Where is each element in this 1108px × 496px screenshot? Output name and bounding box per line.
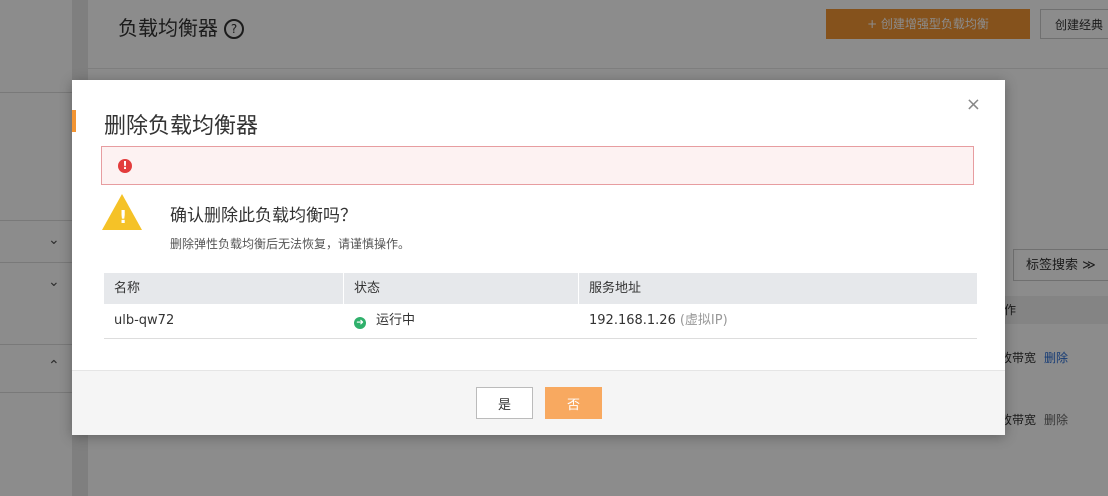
cell-name: ulb-qw72 [114, 313, 175, 328]
address-note: (虚拟IP) [679, 313, 728, 328]
confirm-yes-button[interactable]: 是 [476, 387, 533, 419]
dialog-footer: 是 否 [72, 370, 1005, 435]
title-accent-bar [72, 110, 76, 132]
column-header-address: 服务地址 [589, 281, 642, 296]
lb-table: 名称 状态 服务地址 ulb-qw72 ➜ 运行中 192.168.1.26 (虚拟… [104, 273, 977, 339]
warning-icon-mark: ! [119, 207, 128, 228]
cell-status: ➜ 运行中 [344, 304, 579, 338]
running-status-icon: ➜ [354, 317, 366, 329]
column-header-name: 名称 [104, 273, 344, 304]
close-icon[interactable]: × [966, 94, 981, 115]
confirm-no-button[interactable]: 否 [545, 387, 602, 419]
error-alert: ! [101, 146, 974, 185]
address-text: 192.168.1.26 [589, 313, 676, 328]
confirm-subtitle: 删除弹性负载均衡后无法恢复，请谨慎操作。 [170, 237, 411, 251]
error-icon: ! [118, 159, 132, 173]
table-row: ulb-qw72 ➜ 运行中 192.168.1.26 (虚拟IP) [104, 304, 977, 339]
dialog-title: 删除负载均衡器 [104, 114, 259, 139]
column-header-status: 状态 [344, 273, 579, 304]
cell-address: 192.168.1.26 (虚拟IP) [579, 304, 977, 338]
status-text: 运行中 [376, 313, 416, 328]
delete-lb-dialog: × 删除负载均衡器 ! ! 确认删除此负载均衡吗？ 删除弹性负载均衡后无法恢复，… [72, 80, 1005, 435]
confirm-title: 确认删除此负载均衡吗？ [170, 206, 357, 226]
table-header: 名称 状态 服务地址 [104, 273, 977, 304]
